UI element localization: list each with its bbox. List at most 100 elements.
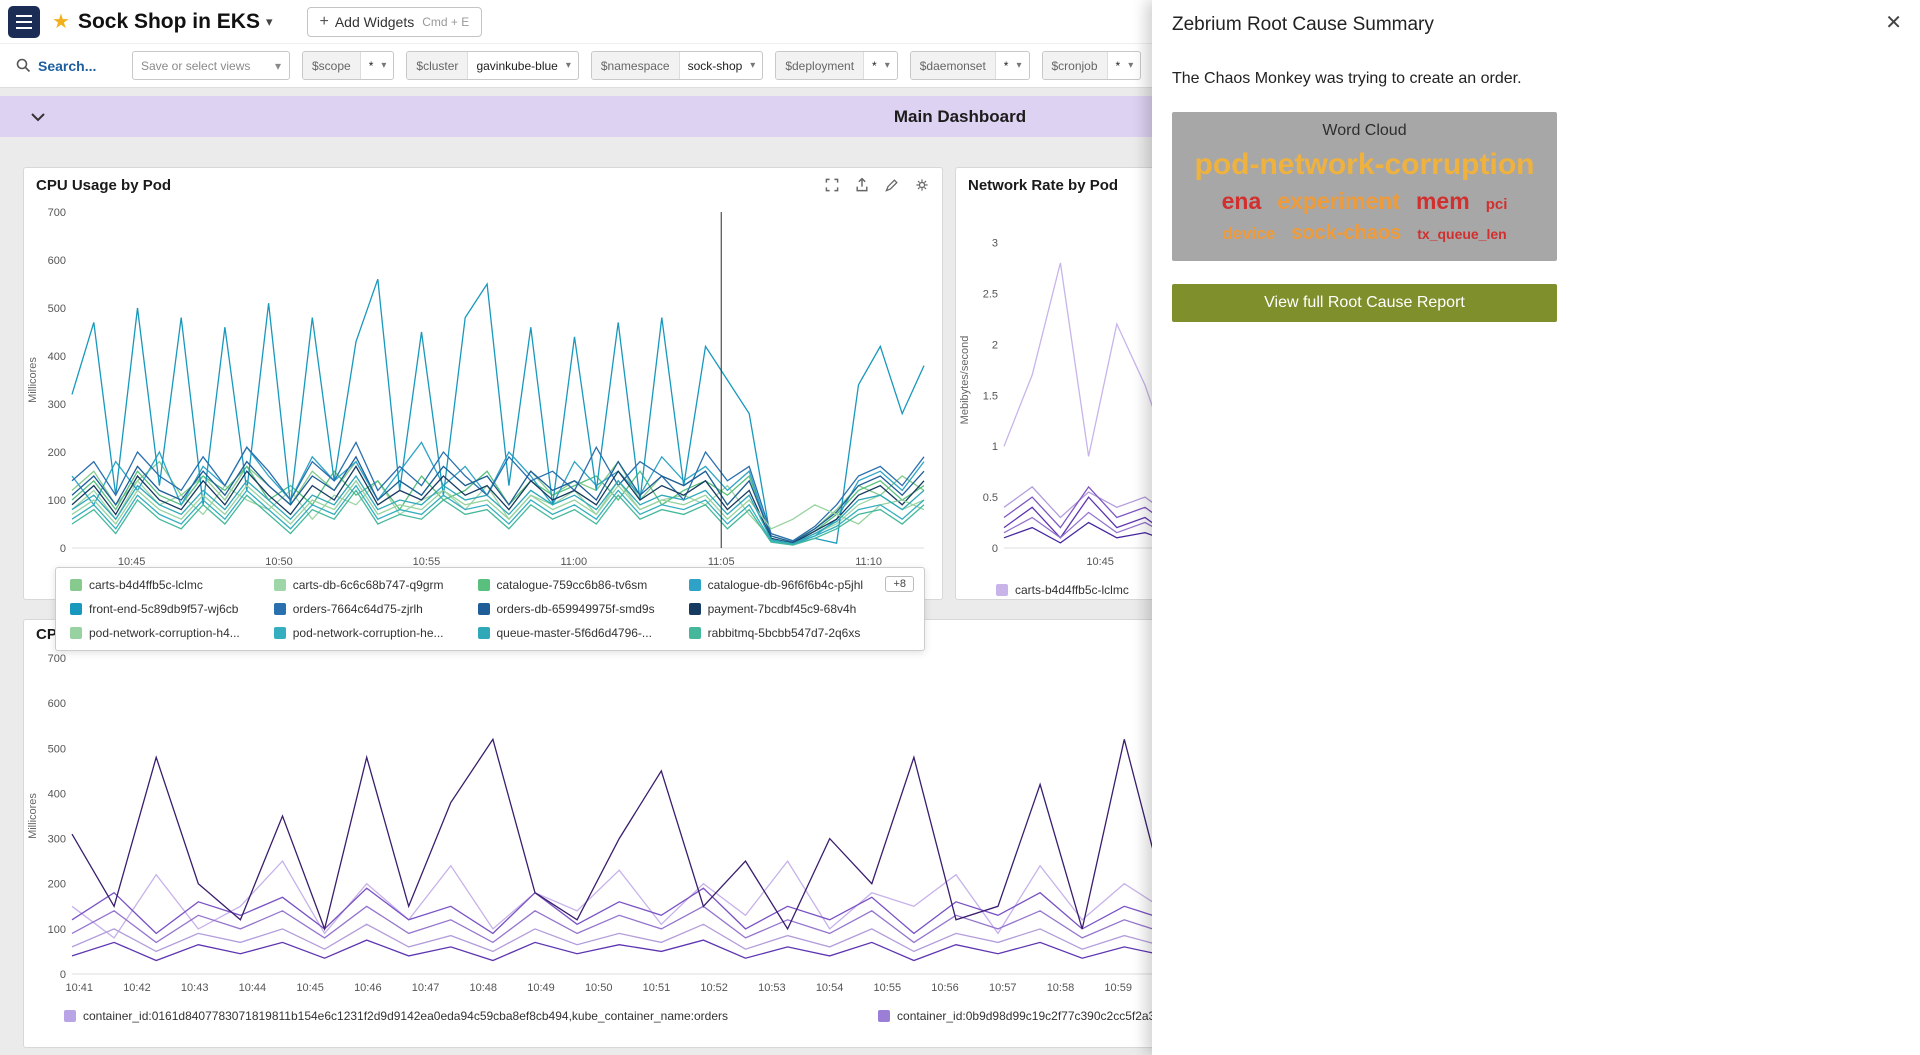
filter-chips: $scope*▾ $clustergavinkube-blue▾ $namespac… [302,51,1141,80]
filter-scope[interactable]: $scope*▾ [302,51,394,80]
widget-title: CPU Usage by Pod [36,177,171,194]
svg-text:10:45: 10:45 [1086,556,1114,568]
word-cloud-word: pod-network-corruption [1195,150,1535,180]
legend-label: rabbitmq-5bcbb547d7-2q6xs [708,626,861,640]
word-cloud-word: device [1222,225,1275,242]
search-input[interactable]: Search... [16,58,120,74]
svg-text:10:52: 10:52 [700,982,728,994]
chevron-down-icon: ▾ [885,52,897,79]
views-placeholder: Save or select views [141,59,250,73]
chevron-down-icon: ▾ [750,52,762,79]
legend-swatch [274,579,286,591]
svg-text:10:57: 10:57 [989,982,1017,994]
widget-title: CP [36,626,57,643]
export-icon[interactable] [854,177,870,193]
add-widgets-button[interactable]: + Add Widgets Cmd + E [307,7,483,37]
svg-text:1: 1 [992,441,998,453]
svg-text:2.5: 2.5 [983,288,998,300]
svg-text:10:54: 10:54 [816,982,844,994]
search-label: Search... [38,58,96,74]
chevron-down-icon: ▾ [1128,52,1140,79]
svg-text:10:59: 10:59 [1104,982,1132,994]
legend-label: orders-7664c64d75-zjrlh [293,602,423,616]
legend-item[interactable]: carts-b4d4ffb5c-lclmc [996,583,1129,597]
legend-item[interactable]: rabbitmq-5bcbb547d7-2q6xs [689,626,863,640]
hamburger-menu-icon[interactable] [8,6,40,38]
word-cloud-word: mem [1416,190,1470,213]
legend-item[interactable]: orders-7664c64d75-zjrlh [274,602,444,616]
legend-swatch [478,603,490,615]
filter-cronjob[interactable]: $cronjob*▾ [1042,51,1142,80]
filter-value: gavinkube-blue [468,52,565,79]
legend-item[interactable]: queue-master-5f6d6d4796-... [478,626,655,640]
word-cloud-line: enaexperimentmempci [1180,190,1549,213]
legend-item[interactable]: carts-b4d4ffb5c-lclmc [70,578,240,592]
legend-label: queue-master-5f6d6d4796-... [497,626,652,640]
chevron-down-icon[interactable]: ▾ [266,14,273,30]
views-select[interactable]: Save or select views ▾ [132,51,290,80]
favorite-star-icon[interactable]: ★ [52,9,70,34]
legend-swatch [274,603,286,615]
filter-deployment[interactable]: $deployment*▾ [775,51,897,80]
legend-swatch [689,627,701,639]
expand-icon[interactable] [824,177,840,193]
legend-item[interactable]: pod-network-corruption-he... [274,626,444,640]
page-title[interactable]: Sock Shop in EKS [78,10,260,34]
filter-namespace[interactable]: $namespacesock-shop▾ [591,51,763,80]
legend-item[interactable]: payment-7bcdbf45c9-68v4h [689,602,863,616]
widget-title: Network Rate by Pod [968,177,1118,194]
cpu-legend-panel: carts-b4d4ffb5c-lclmc carts-db-6c6c68b747… [55,567,925,651]
legend-swatch [478,627,490,639]
svg-text:10:45: 10:45 [296,982,324,994]
filter-daemonset[interactable]: $daemonset*▾ [910,51,1030,80]
legend-item[interactable]: pod-network-corruption-h4... [70,626,240,640]
legend-label: catalogue-759cc6b86-tv6sm [497,578,648,592]
filter-variable-name: $cronjob [1043,52,1108,79]
collapse-chevron-icon[interactable] [30,112,46,122]
legend-swatch [878,1010,890,1022]
svg-text:10:46: 10:46 [354,982,382,994]
gear-icon[interactable] [914,177,930,193]
word-cloud-line: devicesock-chaostx_queue_len [1180,223,1549,243]
svg-text:700: 700 [48,653,66,665]
svg-text:0.5: 0.5 [983,492,998,504]
cpu-usage-chart[interactable]: 0100200300400500600700Millicores10:4510:… [24,202,932,572]
svg-text:600: 600 [48,698,66,710]
word-cloud-word: experiment [1277,190,1400,213]
svg-text:100: 100 [48,495,66,507]
legend-swatch [70,627,82,639]
chevron-down-icon: ▾ [381,52,393,79]
svg-text:1.5: 1.5 [983,390,998,402]
legend-label: carts-b4d4ffb5c-lclmc [1015,583,1129,597]
svg-text:3: 3 [992,238,998,250]
svg-text:10:53: 10:53 [758,982,786,994]
legend-swatch [996,584,1008,596]
legend-item[interactable]: carts-db-6c6c68b747-q9grm [274,578,444,592]
svg-text:0: 0 [60,969,66,981]
cpu-usage-widget: CPU Usage by Pod 0100200300400500600700M… [23,167,943,600]
legend-label: front-end-5c89db9f57-wj6cb [89,602,238,616]
legend-item[interactable]: front-end-5c89db9f57-wj6cb [70,602,240,616]
legend-item[interactable]: orders-db-659949975f-smd9s [478,602,655,616]
svg-text:10:49: 10:49 [527,982,555,994]
svg-text:Millicores: Millicores [27,793,39,839]
legend-item[interactable]: catalogue-759cc6b86-tv6sm [478,578,655,592]
view-root-cause-report-button[interactable]: View full Root Cause Report [1172,284,1557,322]
svg-text:600: 600 [48,255,66,267]
plus-icon: + [320,13,329,31]
filter-variable-name: $namespace [592,52,680,79]
filter-cluster[interactable]: $clustergavinkube-blue▾ [406,51,578,80]
legend-item[interactable]: catalogue-db-96f6f6b4c-p5jhl [689,578,863,592]
legend-item[interactable]: container_id:0161d8407783071819811b154e6… [64,1009,728,1023]
close-icon[interactable]: ✕ [1885,10,1902,35]
legend-swatch [274,627,286,639]
word-cloud-line: pod-network-corruption [1180,150,1549,180]
svg-text:10:48: 10:48 [470,982,498,994]
root-cause-summary: The Chaos Monkey was trying to create an… [1172,70,1900,88]
word-cloud-word: sock-chaos [1291,223,1401,243]
legend-swatch [478,579,490,591]
svg-text:Mebibytes/second: Mebibytes/second [959,336,971,425]
edit-pencil-icon[interactable] [884,177,900,193]
legend-more-badge[interactable]: +8 [885,576,914,592]
legend-swatch [64,1010,76,1022]
